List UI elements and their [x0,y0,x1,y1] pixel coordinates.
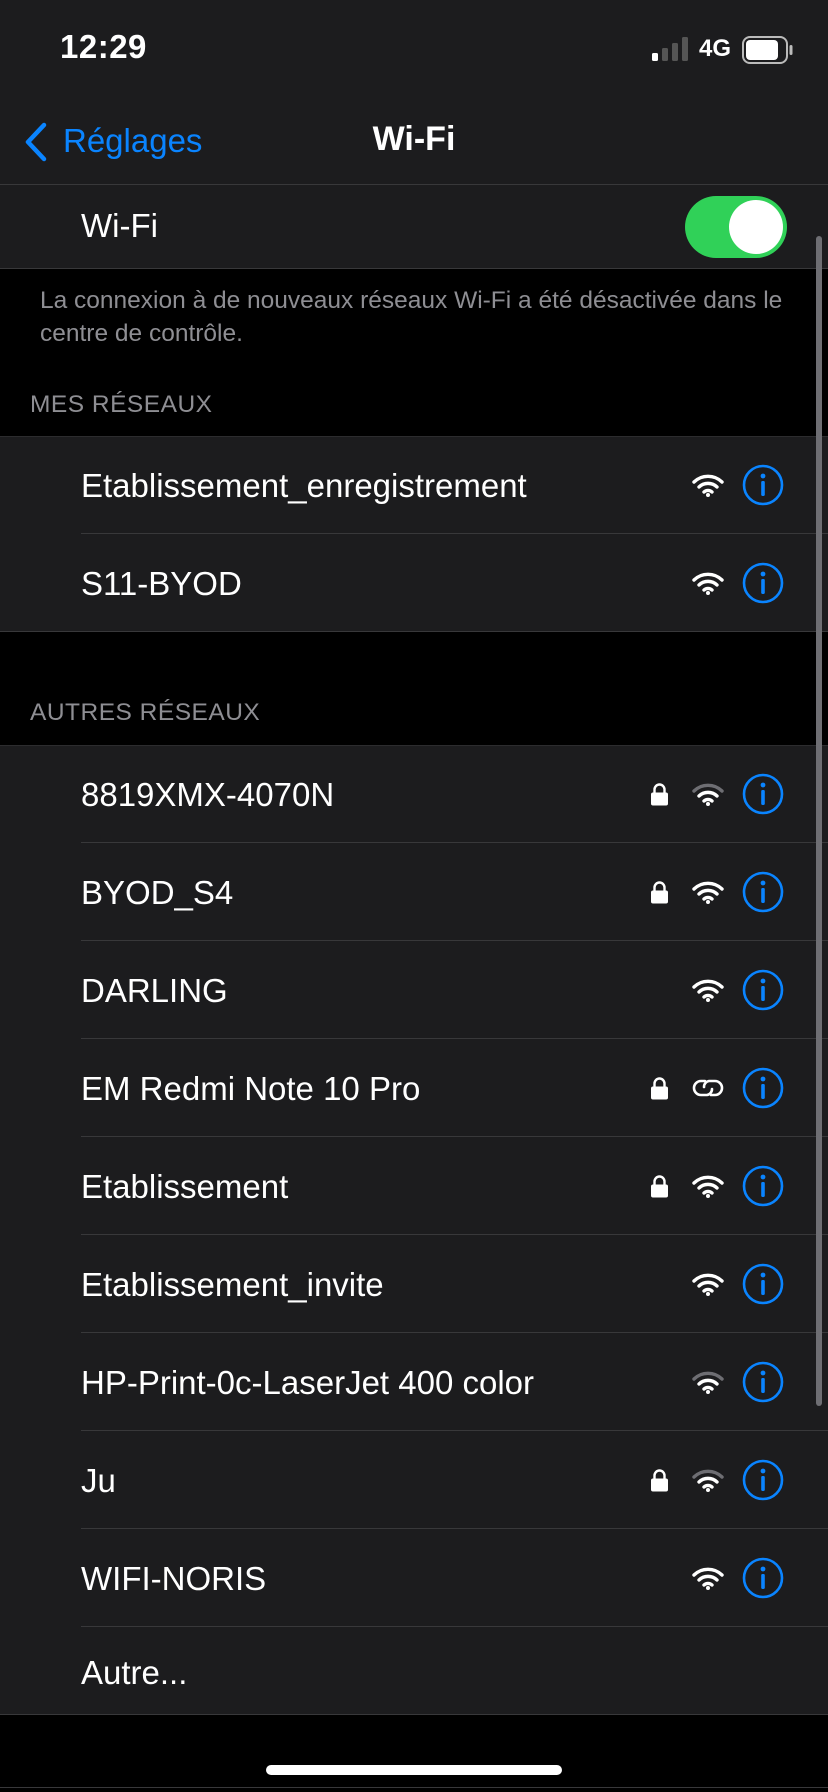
info-icon[interactable] [742,969,784,1011]
wifi-icon [692,979,724,1002]
network-name: HP-Print-0c-LaserJet 400 color [81,1364,535,1401]
status-time: 12:29 [60,28,147,65]
wifi-icon [692,783,724,806]
network-row[interactable]: HP-Print-0c-LaserJet 400 color [0,1333,828,1431]
network-type-label: 4G [699,35,732,62]
info-icon[interactable] [742,1557,784,1599]
network-row[interactable]: Ju [0,1431,828,1529]
wifi-toggle-switch[interactable] [685,196,787,258]
lock-icon [651,881,668,904]
wifi-toggle-label: Wi-Fi [81,207,158,244]
info-icon[interactable] [742,1361,784,1403]
cellular-signal-icon [652,37,688,61]
info-icon[interactable] [742,773,784,815]
network-name: Etablissement [81,1168,289,1205]
navigation-bar: Réglages Wi-Fi [0,100,828,185]
wifi-icon [692,572,724,595]
scrollbar[interactable] [816,236,822,1406]
info-icon[interactable] [742,1263,784,1305]
wifi-icon [692,1567,724,1590]
info-icon[interactable] [742,1067,784,1109]
info-icon[interactable] [742,871,784,913]
lock-icon [651,1077,668,1100]
my-networks-group: Etablissement_enregistrement S11-BYOD [0,436,828,632]
network-row[interactable]: 8819XMX-4070N [0,745,828,843]
network-name: Etablissement_enregistrement [81,467,527,504]
network-row[interactable]: EM Redmi Note 10 Pro [0,1039,828,1137]
network-row[interactable]: Etablissement_invite [0,1235,828,1333]
battery-icon [742,36,793,64]
wifi-icon [692,1469,724,1492]
divider [0,268,828,269]
info-icon[interactable] [742,1165,784,1207]
network-row[interactable]: S11-BYOD [0,534,828,632]
network-name: DARLING [81,972,228,1009]
network-name: Etablissement_invite [81,1266,384,1303]
network-name: S11-BYOD [81,565,242,602]
lock-icon [651,1469,668,1492]
section-header-other-networks: AUTRES RÉSEAUX [30,699,261,726]
wifi-footnote: La connexion à de nouveaux réseaux Wi-Fi… [40,287,783,347]
network-row[interactable]: Etablissement_enregistrement [0,436,828,534]
section-header-my-networks: MES RÉSEAUX [30,391,213,418]
home-indicator[interactable] [266,1765,562,1775]
network-row[interactable]: WIFI-NORIS [0,1529,828,1627]
wifi-icon [692,881,724,904]
network-name: WIFI-NORIS [81,1560,267,1597]
other-network-row[interactable]: Autre... [0,1627,828,1715]
network-name: 8819XMX-4070N [81,776,335,813]
wifi-toggle-group: Wi-Fi [0,185,828,269]
divider [0,1787,828,1788]
info-icon[interactable] [742,464,784,506]
info-icon[interactable] [742,562,784,604]
network-name: Ju [81,1462,116,1499]
wifi-icon [692,1175,724,1198]
status-bar: 12:29 4G [0,0,828,100]
network-row[interactable]: BYOD_S4 [0,843,828,941]
personal-hotspot-link-icon [692,1079,724,1097]
info-icon[interactable] [742,1459,784,1501]
lock-icon [651,783,668,806]
other-network-label: Autre... [81,1654,188,1691]
toggle-knob [729,200,783,254]
network-name: BYOD_S4 [81,874,234,911]
lock-icon [651,1175,668,1198]
other-networks-group: 8819XMX-4070N BYOD_S4 DARLING EM Redmi N… [0,745,828,1715]
network-row[interactable]: DARLING [0,941,828,1039]
network-row[interactable]: Etablissement [0,1137,828,1235]
page-title: Wi-Fi [372,120,456,158]
network-name: EM Redmi Note 10 Pro [81,1070,421,1107]
wifi-icon [692,1371,724,1394]
divider [0,631,828,632]
wifi-icon [692,474,724,497]
wifi-icon [692,1273,724,1296]
divider [0,1714,828,1715]
